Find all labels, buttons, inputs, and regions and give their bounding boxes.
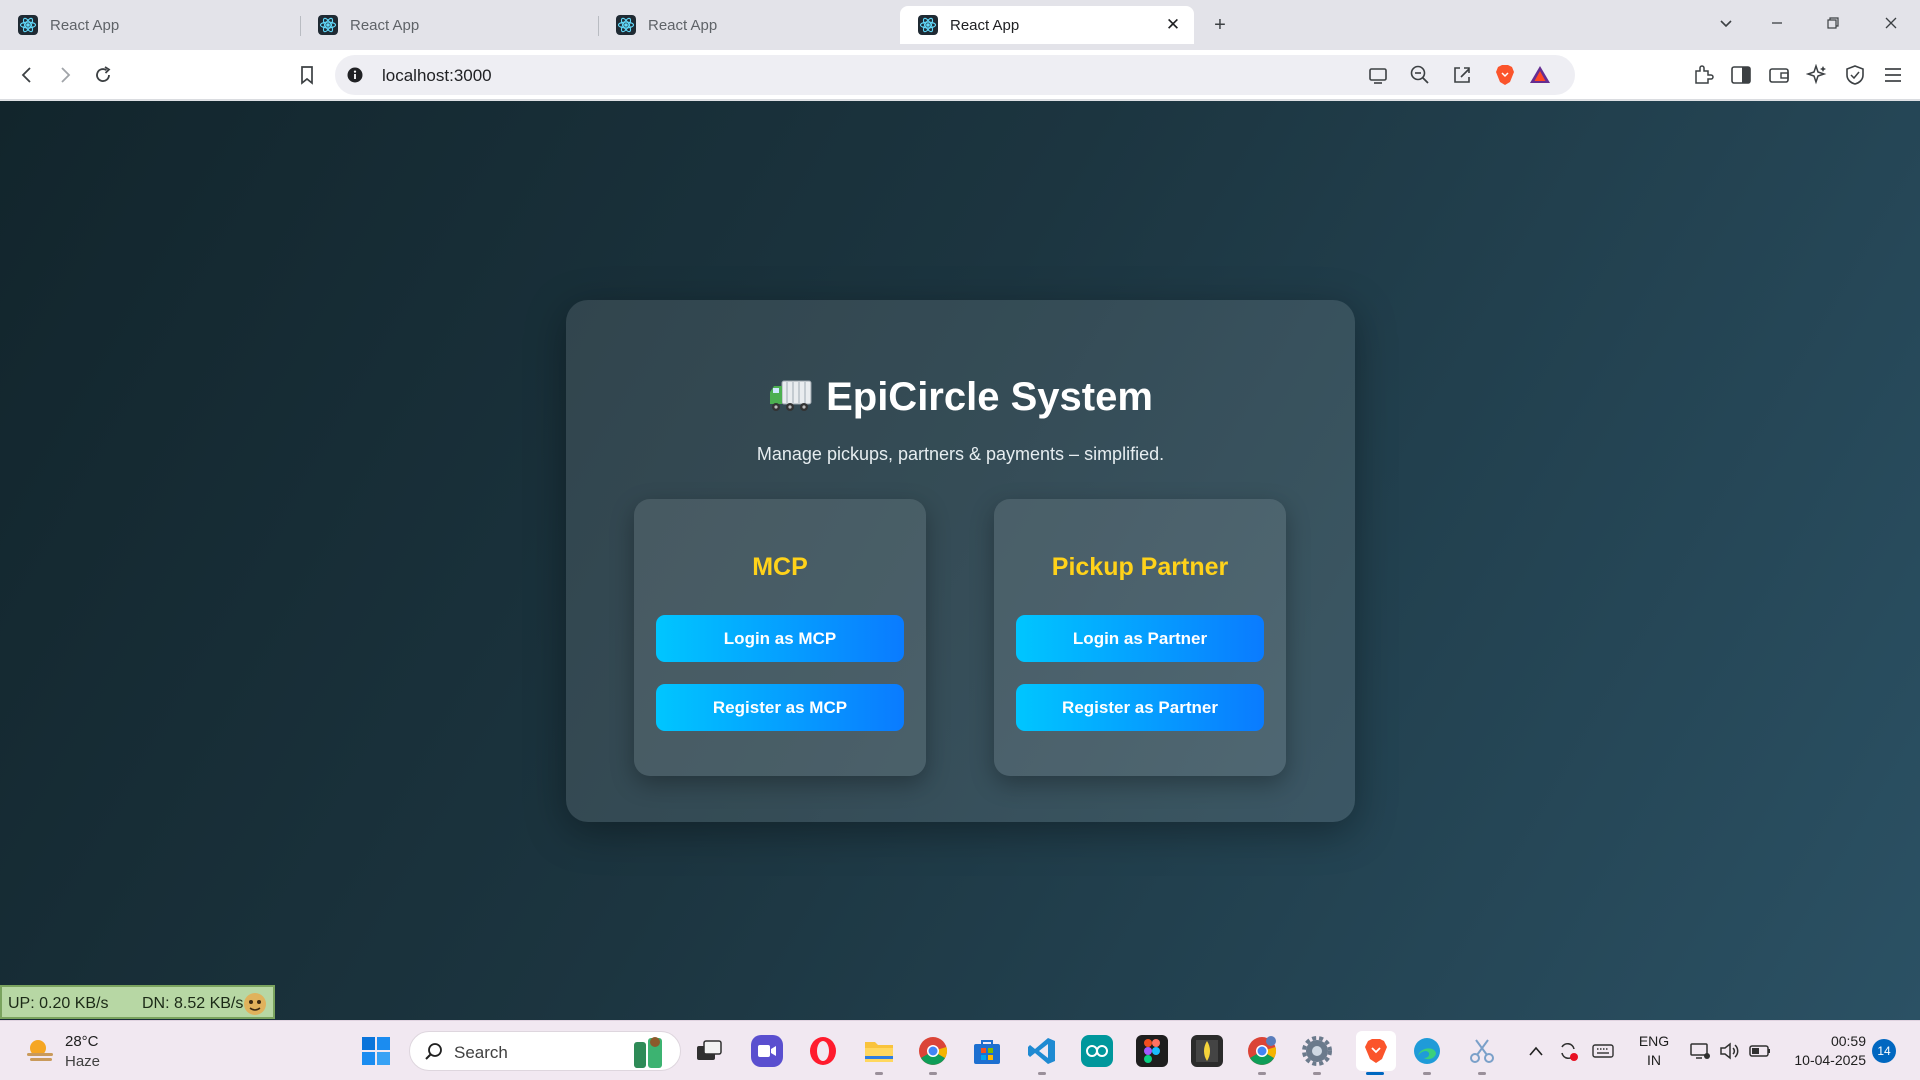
- opera-icon[interactable]: [807, 1035, 839, 1067]
- running-indicator: [1258, 1072, 1266, 1075]
- language-indicator[interactable]: ENG: [1636, 1033, 1672, 1049]
- network-speed-widget: UP: 0.20 KB/s DN: 8.52 KB/s: [0, 985, 275, 1019]
- tab-title: React App: [50, 16, 120, 34]
- search-highlight-icon: [634, 1037, 662, 1068]
- search-icon: [425, 1043, 442, 1060]
- back-icon[interactable]: [14, 62, 40, 88]
- react-icon: [616, 15, 636, 35]
- sidebar-icon[interactable]: [1728, 62, 1754, 88]
- page-viewport: EpiCircle System Manage pickups, partner…: [0, 101, 1920, 1020]
- address-bar[interactable]: localhost:3000: [335, 55, 1575, 95]
- vpn-shield-icon[interactable]: [1842, 62, 1868, 88]
- bookmark-icon[interactable]: [294, 62, 320, 88]
- weather-description[interactable]: Haze: [65, 1053, 100, 1070]
- browser-tab-active[interactable]: React App ✕: [900, 6, 1194, 44]
- region-indicator[interactable]: IN: [1636, 1052, 1672, 1068]
- windows-start-icon[interactable]: [360, 1035, 392, 1067]
- mcp-card-title: MCP: [752, 553, 808, 581]
- vscode-icon[interactable]: [1026, 1035, 1058, 1067]
- cast-icon[interactable]: [1365, 62, 1391, 88]
- brave-rewards-icon[interactable]: [1527, 62, 1553, 88]
- tab-search-chevron-icon[interactable]: [1713, 12, 1739, 38]
- close-tab-icon[interactable]: ✕: [1162, 14, 1184, 36]
- settings-gear-icon[interactable]: [1301, 1035, 1333, 1067]
- browser-tab[interactable]: React App: [300, 6, 598, 44]
- teams-meet-icon[interactable]: [751, 1035, 783, 1067]
- haze-weather-icon[interactable]: [24, 1036, 56, 1066]
- login-partner-button[interactable]: Login as Partner: [1016, 615, 1264, 662]
- forward-icon[interactable]: [52, 62, 78, 88]
- register-mcp-button[interactable]: Register as MCP: [656, 684, 904, 731]
- address-text[interactable]: localhost:3000: [382, 66, 492, 86]
- tray-overflow-chevron-icon[interactable]: [1525, 1035, 1547, 1067]
- page-subtitle: Manage pickups, partners & payments – si…: [756, 444, 1165, 464]
- active-app-indicator: [1366, 1072, 1384, 1075]
- register-partner-button[interactable]: Register as Partner: [1016, 684, 1264, 731]
- snipping-tool-icon[interactable]: [1466, 1035, 1498, 1067]
- task-view-icon[interactable]: [693, 1035, 725, 1067]
- keyboard-icon[interactable]: [1590, 1035, 1616, 1067]
- edge-icon[interactable]: [1411, 1035, 1443, 1067]
- notification-badge[interactable]: 14: [1872, 1039, 1896, 1063]
- figma-icon[interactable]: [1136, 1035, 1168, 1067]
- login-mcp-button[interactable]: Login as MCP: [656, 615, 904, 662]
- running-indicator: [1423, 1072, 1431, 1075]
- minimize-icon[interactable]: [1764, 12, 1790, 38]
- file-explorer-icon[interactable]: [863, 1035, 895, 1067]
- sync-status-icon[interactable]: [1555, 1035, 1581, 1067]
- chrome-profile-icon[interactable]: [1246, 1035, 1278, 1067]
- zoom-out-icon[interactable]: [1407, 62, 1433, 88]
- page-title-row: EpiCircle System: [566, 375, 1355, 420]
- tab-title: React App: [350, 16, 420, 34]
- download-speed: DN: 8.52 KB/s: [142, 995, 244, 1012]
- browser-toolbar: localhost:3000: [0, 50, 1920, 100]
- mcp-card: MCP Login as MCP Register as MCP: [634, 499, 926, 776]
- running-indicator: [929, 1072, 937, 1075]
- pickup-partner-card-title: Pickup Partner: [1051, 553, 1229, 581]
- site-info-icon[interactable]: [347, 67, 363, 83]
- mascot-icon: [244, 993, 266, 1015]
- new-tab-icon[interactable]: +: [1207, 12, 1233, 38]
- pickup-partner-card: Pickup Partner Login as Partner Register…: [994, 499, 1286, 776]
- restore-icon[interactable]: [1820, 12, 1846, 38]
- menu-icon[interactable]: [1880, 62, 1906, 88]
- taskbar-search-box[interactable]: Search: [409, 1031, 681, 1071]
- browser-tab[interactable]: React App: [598, 6, 896, 44]
- mongodb-compass-icon[interactable]: [1191, 1035, 1223, 1067]
- running-indicator: [1038, 1072, 1046, 1075]
- leo-ai-icon[interactable]: [1804, 62, 1830, 88]
- page-title: EpiCircle System: [826, 375, 1153, 419]
- browser-tab[interactable]: React App: [0, 6, 300, 44]
- chrome-icon[interactable]: [917, 1035, 949, 1067]
- upload-speed: UP: 0.20 KB/s: [8, 995, 109, 1012]
- running-indicator: [875, 1072, 883, 1075]
- search-label: Search: [454, 1043, 508, 1062]
- arduino-icon[interactable]: [1081, 1035, 1113, 1067]
- tab-strip: React App React App React App React App …: [0, 0, 1920, 50]
- network-icon[interactable]: [1687, 1035, 1713, 1067]
- truck-icon: [770, 380, 812, 411]
- tab-title: React App: [648, 16, 718, 34]
- close-window-icon[interactable]: [1878, 12, 1904, 38]
- react-icon: [18, 15, 38, 35]
- volume-icon[interactable]: [1717, 1035, 1743, 1067]
- running-indicator: [1478, 1072, 1486, 1075]
- weather-temperature[interactable]: 28°C: [65, 1033, 99, 1050]
- reload-icon[interactable]: [90, 62, 116, 88]
- wallet-icon[interactable]: [1766, 62, 1792, 88]
- microsoft-store-icon[interactable]: [971, 1035, 1003, 1067]
- extensions-icon[interactable]: [1690, 62, 1716, 88]
- battery-icon[interactable]: [1747, 1035, 1773, 1067]
- brave-browser-icon[interactable]: [1356, 1031, 1396, 1071]
- main-card: EpiCircle System Manage pickups, partner…: [566, 300, 1355, 822]
- windows-taskbar: 28°C Haze Search ENG IN 00:59 10-04-2025…: [0, 1020, 1920, 1080]
- react-icon: [318, 15, 338, 35]
- clock-date[interactable]: 10-04-2025: [1782, 1052, 1866, 1068]
- brave-shields-icon[interactable]: [1492, 62, 1518, 88]
- running-indicator: [1313, 1072, 1321, 1075]
- clock-time[interactable]: 00:59: [1782, 1033, 1866, 1049]
- react-icon: [918, 15, 938, 35]
- share-icon[interactable]: [1449, 62, 1475, 88]
- tab-title: React App: [950, 16, 1020, 34]
